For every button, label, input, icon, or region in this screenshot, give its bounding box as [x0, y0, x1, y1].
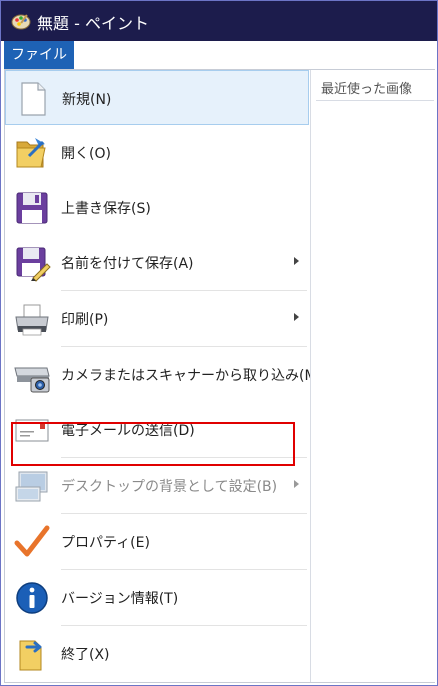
- checkmark-icon: [13, 523, 51, 561]
- menu-item-label: 印刷(P): [61, 312, 109, 328]
- menu-item-label: プロパティ(E): [61, 535, 150, 551]
- menu-item-label: 開く(O): [61, 146, 111, 162]
- menu-item-label: 終了(X): [61, 647, 110, 663]
- menu-item-open[interactable]: 開く(O): [5, 125, 309, 180]
- menu-item-label: カメラまたはスキャナーから取り込み(M): [61, 368, 323, 384]
- menu-item-new[interactable]: 新規(N): [5, 70, 309, 125]
- title-bar: 無題 - ペイント: [1, 1, 437, 41]
- paint-app-icon[interactable]: [11, 11, 31, 31]
- menu-item-label: 名前を付けて保存(A): [61, 256, 194, 272]
- new-document-icon: [14, 80, 52, 118]
- open-folder-icon: [13, 134, 51, 172]
- menu-item-exit[interactable]: 終了(X): [5, 626, 309, 681]
- file-menu-commands: 新規(N) 開く(O) 上書き保存(S) 名前を付けて保存(A) 印刷(P) カ…: [5, 70, 322, 682]
- file-menu: 新規(N) 開く(O) 上書き保存(S) 名前を付けて保存(A) 印刷(P) カ…: [4, 69, 435, 683]
- recent-images-pane: 最近使った画像: [310, 70, 435, 682]
- menu-item-about[interactable]: バージョン情報(T): [5, 570, 309, 625]
- recent-images-title: 最近使った画像: [321, 82, 413, 97]
- menu-item-print[interactable]: 印刷(P): [5, 291, 309, 346]
- submenu-arrow-icon: [294, 257, 299, 265]
- camera-scanner-icon: [13, 356, 51, 394]
- menu-item-set-desktop-background: デスクトップの背景として設定(B): [5, 458, 309, 513]
- submenu-arrow-icon: [294, 313, 299, 321]
- menu-item-label: 新規(N): [62, 92, 112, 108]
- menu-item-label: 上書き保存(S): [61, 201, 151, 217]
- save-as-icon: [13, 244, 51, 282]
- printer-icon: [13, 300, 51, 338]
- desktop-background-icon: [13, 467, 51, 505]
- menu-item-label: デスクトップの背景として設定(B): [61, 479, 278, 495]
- menu-item-properties[interactable]: プロパティ(E): [5, 514, 309, 569]
- menu-item-save-as[interactable]: 名前を付けて保存(A): [5, 235, 309, 290]
- menu-bar: ファイル: [1, 41, 437, 69]
- info-icon: [13, 579, 51, 617]
- paint-window: 無題 - ペイント ファイル 新規(N) 開く(O) 上書き保存(S) 名前を付…: [0, 0, 438, 686]
- menu-item-save[interactable]: 上書き保存(S): [5, 180, 309, 235]
- menu-item-from-scanner-or-camera[interactable]: カメラまたはスキャナーから取り込み(M): [5, 347, 322, 402]
- recent-divider: [316, 100, 434, 101]
- save-icon: [13, 189, 51, 227]
- submenu-arrow-icon: [294, 480, 299, 488]
- window-title: 無題 - ペイント: [37, 14, 149, 33]
- file-tab[interactable]: ファイル: [4, 41, 74, 69]
- highlight-box: [11, 422, 295, 466]
- exit-icon: [13, 635, 51, 673]
- menu-item-label: バージョン情報(T): [61, 591, 179, 607]
